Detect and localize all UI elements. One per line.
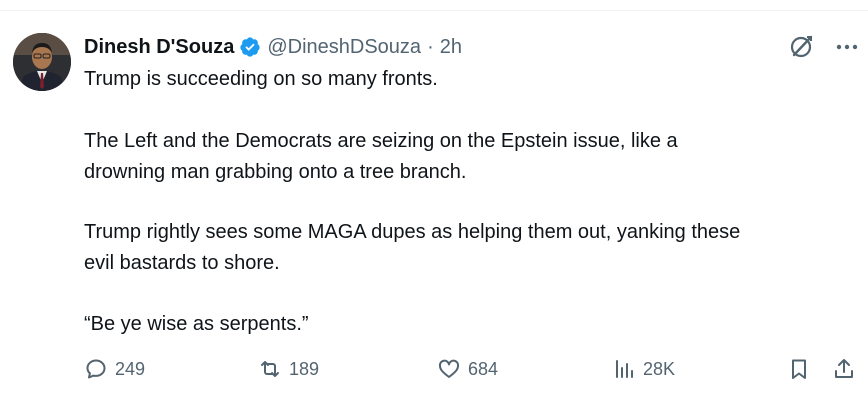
speech-bubble-icon — [86, 359, 106, 379]
like-button[interactable]: 684 — [437, 354, 498, 384]
share-upload-icon — [835, 359, 853, 378]
heart-icon — [438, 359, 460, 378]
bookmark-icon — [792, 359, 806, 379]
header-separator: · — [427, 35, 434, 58]
author-handle[interactable]: @DineshDSouza — [267, 36, 421, 59]
more-dots-icon[interactable] — [834, 34, 860, 60]
views-button[interactable]: 28K — [612, 354, 675, 384]
reply-count: 249 — [115, 358, 146, 379]
repost-count: 189 — [289, 358, 320, 379]
avatar[interactable] — [13, 33, 71, 91]
tweet-paragraph-3: Trump rightly sees some MAGA dupes as he… — [84, 221, 741, 274]
share-button[interactable] — [832, 354, 856, 384]
repost-button[interactable]: 189 — [258, 354, 319, 384]
view-count: 28K — [643, 358, 676, 379]
like-count: 684 — [468, 358, 499, 379]
verified-badge-icon[interactable] — [239, 36, 261, 58]
repost-arrows-icon — [261, 361, 279, 377]
tweet-paragraph-4: “Be ye wise as serpents.” — [84, 313, 309, 335]
bar-chart-icon — [616, 360, 633, 378]
tweet-paragraph-2: The Left and the Democrats are seizing o… — [84, 130, 678, 183]
bookmark-button[interactable] — [787, 354, 811, 384]
tweet-header: Dinesh D'Souza @DineshDSouza · 2h — [84, 33, 462, 61]
tweet-paragraph-1: Trump is succeeding on so many fronts. — [84, 68, 438, 90]
top-divider — [0, 0, 868, 11]
avatar-image — [13, 33, 71, 91]
reply-button[interactable]: 249 — [84, 354, 145, 384]
grok-icon[interactable] — [788, 32, 816, 60]
action-bar: 249 189 684 28K — [0, 354, 868, 384]
author-name[interactable]: Dinesh D'Souza — [84, 36, 234, 59]
timestamp[interactable]: 2h — [440, 36, 462, 59]
